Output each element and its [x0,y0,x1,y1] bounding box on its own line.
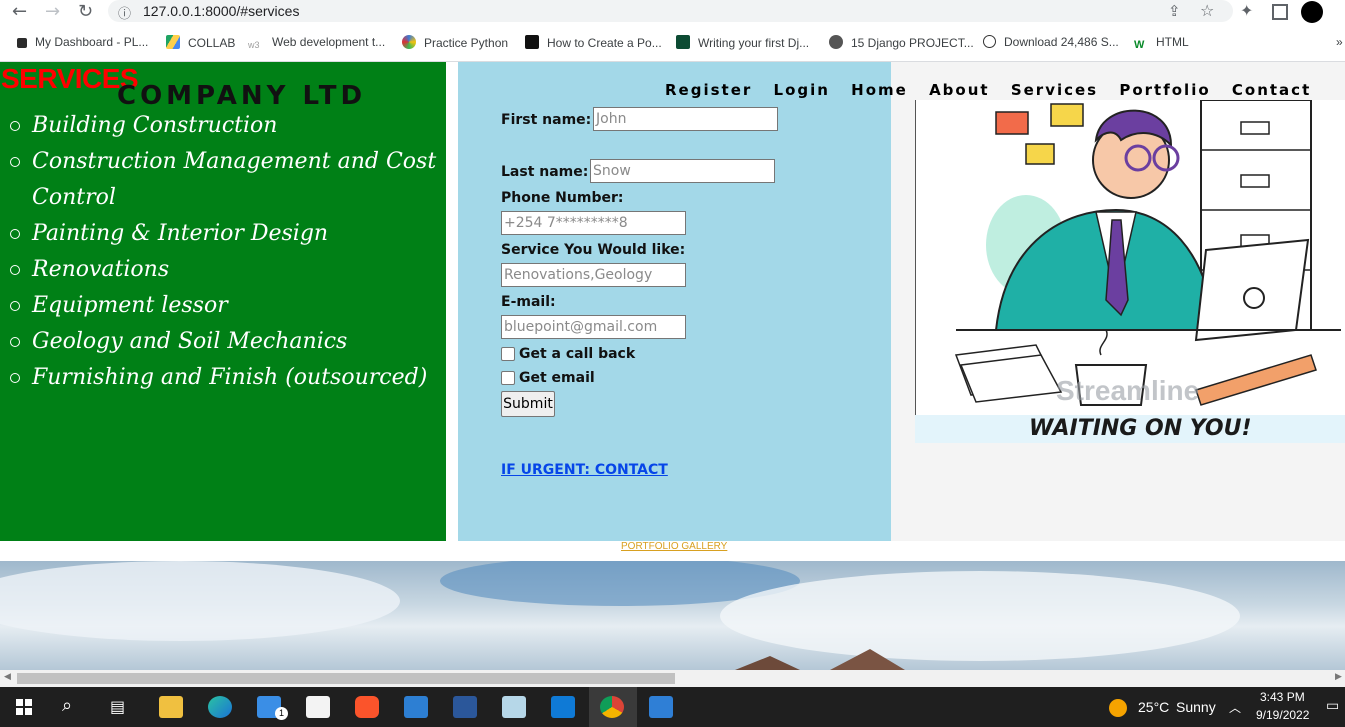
service-item: Construction Management and Cost [10,144,440,180]
scroll-right-icon[interactable]: ▶ [1335,672,1342,682]
phone-label: Phone Number: [501,190,624,206]
watermark-text: Streamline [1056,375,1199,406]
browser-toolbar: ← → ↻ ⓘ 127.0.0.1:8000/#services ⇪ ☆ ✦ [0,0,1345,25]
nav-contact[interactable]: Contact [1232,81,1311,99]
store-icon[interactable] [306,696,330,718]
edge-icon[interactable] [208,696,232,718]
email-input[interactable]: bluepoint@gmail.com [501,315,686,339]
services-list: Building Construction Construction Manag… [10,108,440,396]
chrome-icon[interactable] [600,696,624,718]
nav-services[interactable]: Services [1011,81,1098,99]
callback-checkbox[interactable] [501,347,515,361]
windows-start-icon[interactable] [16,699,32,715]
submit-button[interactable]: Submit [501,391,555,417]
phone-input[interactable]: +254 7*********8 [501,211,686,235]
last-name-label: Last name: [501,164,589,180]
bookmarks-bar: My Dashboard - PL... COLLAB w3 Web develo… [0,25,1345,62]
w3schools-icon: w3 [248,40,264,54]
service-item: Furnishing and Finish (outsourced) [10,360,440,396]
bookmark-item[interactable]: COLLAB [166,35,235,50]
panel-divider [446,62,458,541]
main-nav: Register Login Home About Services Portf… [665,81,1325,99]
sky-building-photo [0,561,1240,670]
whatsapp-icon [983,35,996,48]
nav-register[interactable]: Register [665,81,752,99]
scrollbar-thumb[interactable] [17,673,675,684]
email-label: E-mail: [501,294,556,310]
service-item: Equipment lessor [10,288,440,324]
profile-avatar[interactable] [1301,1,1323,23]
last-name-input[interactable]: Snow [590,159,775,183]
urgent-contact-link[interactable]: IF URGENT: CONTACT [501,462,668,478]
bookmark-item[interactable]: Download 24,486 S... [983,35,1119,49]
office-worker-illustration: Streamline [954,99,1341,406]
waiting-text: WAITING ON YOU! [1029,416,1252,441]
service-item: Renovations [10,252,440,288]
w3-html-icon: W [1134,39,1148,53]
service-item-continuation: Control [32,185,116,210]
get-email-checkbox[interactable] [501,371,515,385]
company-name: COMPANY LTD [117,81,367,111]
vscode-icon[interactable] [551,696,575,718]
service-input[interactable]: Renovations,Geology [501,263,686,287]
clock-time[interactable]: 3:43 PM [1260,690,1305,704]
nav-portfolio[interactable]: Portfolio [1119,81,1210,99]
info-icon[interactable]: ⓘ [118,3,131,22]
practice-python-icon [402,35,416,49]
service-item: Geology and Soil Mechanics [10,324,440,360]
reload-icon[interactable]: ↻ [78,1,93,22]
app-icon[interactable] [502,696,526,718]
service-label: Service You Would like: [501,242,686,258]
bookmark-favicon-icon [17,38,27,48]
nav-login[interactable]: Login [774,81,830,99]
service-item: Building Construction [10,108,440,144]
forward-icon[interactable]: → [45,1,60,22]
django-icon [676,35,690,49]
bookmark-favicon-icon [525,35,539,49]
bookmark-item[interactable]: W HTML [1134,35,1189,53]
globe-icon [829,35,843,49]
side-panel-icon[interactable] [1272,4,1288,20]
weather-condition[interactable]: Sunny [1176,699,1216,715]
bookmark-item[interactable]: 15 Django PROJECT... [829,35,974,50]
nav-home[interactable]: Home [851,81,908,99]
task-view-icon[interactable]: ▤ [110,697,125,716]
bookmark-item[interactable]: My Dashboard - PL... [17,35,148,49]
first-name-label: First name: [501,112,592,128]
media-player-icon[interactable] [404,696,428,718]
bookmark-item[interactable]: w3 Web development t... [248,35,385,54]
file-explorer-icon[interactable] [159,696,183,718]
service-item: Painting & Interior Design [10,216,440,252]
drive-icon [166,35,180,49]
word-icon[interactable] [453,696,477,718]
clock-date[interactable]: 9/19/2022 [1256,708,1309,722]
bookmark-star-icon[interactable]: ☆ [1200,1,1214,20]
bookmark-item[interactable]: How to Create a Po... [525,35,662,50]
nav-about[interactable]: About [929,81,990,99]
first-name-input[interactable]: John [593,107,778,131]
callback-label: Get a call back [519,346,636,362]
portfolio-gallery-link[interactable]: PORTFOLIO GALLERY [621,541,727,552]
tray-chevron-icon[interactable]: ︿ [1229,699,1241,716]
url-text[interactable]: 127.0.0.1:8000/#services [143,3,299,19]
get-email-label: Get email [519,370,595,386]
bookmark-item[interactable]: Writing your first Dj... [676,35,809,50]
bookmark-item[interactable]: Practice Python [402,35,508,50]
sun-weather-icon[interactable] [1109,699,1127,717]
notifications-icon[interactable]: ▭ [1326,698,1339,714]
photos-icon[interactable] [649,696,673,718]
mail-badge: 1 [275,707,288,720]
back-icon[interactable]: ← [12,1,27,22]
search-icon[interactable]: ⌕ [62,695,72,716]
scroll-left-icon[interactable]: ◀ [4,672,11,682]
portfolio-banner-image [0,561,1345,670]
share-icon[interactable]: ⇪ [1168,2,1181,20]
brave-icon[interactable] [355,696,379,718]
bookmarks-overflow-icon[interactable]: » [1336,35,1343,49]
hero-illustration: Streamline [915,99,1345,416]
extensions-icon[interactable]: ✦ [1240,1,1253,20]
weather-temperature[interactable]: 25°C [1138,699,1169,715]
